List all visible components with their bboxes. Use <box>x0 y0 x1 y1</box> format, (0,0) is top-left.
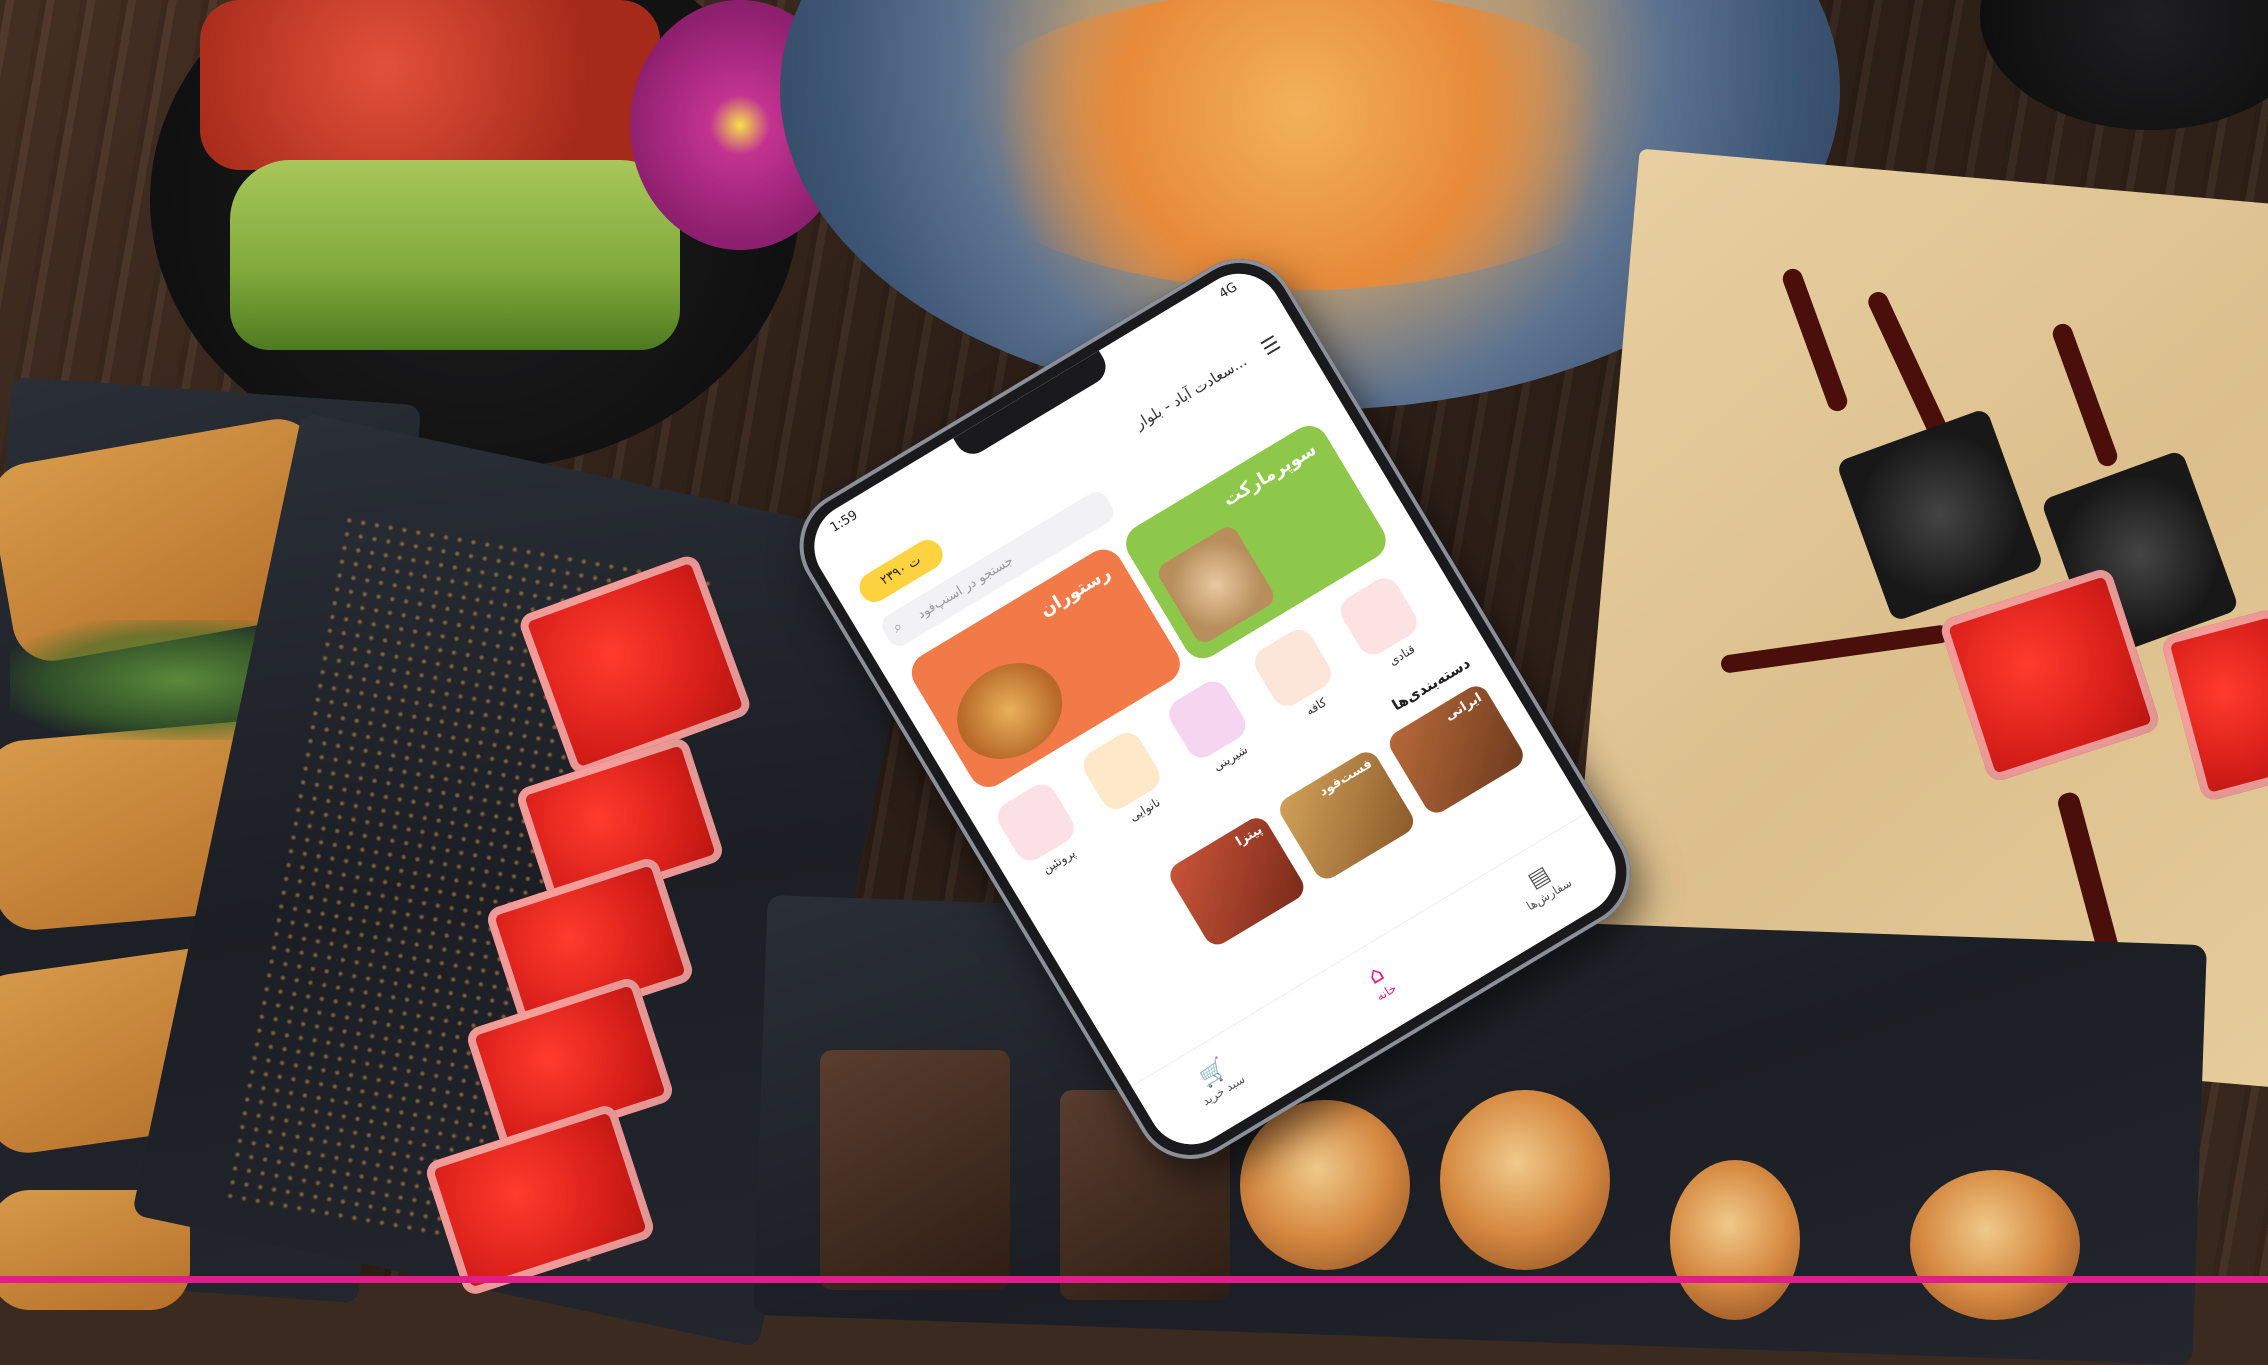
phone-notch <box>953 350 1113 461</box>
restaurant-table-photo: 1:59 4G سعادت آباد - بلوار... ☰ ۲۳۹۰ ت ج… <box>0 0 2268 1365</box>
food-dish-image <box>939 644 1081 778</box>
status-signal: 4G <box>1216 279 1241 303</box>
glazed-scallop <box>1440 1090 1610 1270</box>
supermarket-card-label: سوپرمارکت <box>1219 438 1321 511</box>
location-label[interactable]: سعادت آباد - بلوار... <box>1132 352 1250 433</box>
eggs-image <box>1154 522 1278 647</box>
category-thumb[interactable]: پیتزا <box>1165 813 1309 950</box>
category-thumb[interactable]: فست‌فود <box>1274 747 1419 884</box>
nav-home[interactable]: ⌂ خانه <box>1331 942 1428 1022</box>
category-thumb-label: پیتزا <box>1233 822 1266 850</box>
menu-icon[interactable]: ☰ <box>1257 330 1285 360</box>
spicy-crab-topping <box>940 0 1660 290</box>
nav-orders[interactable]: ▤ سفارش‌ها <box>1494 844 1591 924</box>
home-icon: ⌂ <box>1363 961 1389 990</box>
nav-cart[interactable]: 🛒 سبد خرید <box>1168 1039 1265 1119</box>
glazed-scallop <box>1240 1100 1410 1270</box>
accent-bottom-bar <box>0 1276 2268 1283</box>
tuna-cubes <box>200 0 660 170</box>
stuffed-pepper <box>1910 1170 2080 1320</box>
status-time: 1:59 <box>827 507 861 536</box>
restaurant-card-label: رستوران <box>1036 562 1115 621</box>
avocado-slices <box>230 160 680 350</box>
grilled-beef <box>820 1050 1010 1290</box>
stuffed-pepper <box>1670 1160 1800 1320</box>
category-thumb-label: فست‌فود <box>1316 756 1375 800</box>
dark-bowl <box>1980 0 2268 130</box>
category-thumb-label: ایرانی <box>1442 690 1485 724</box>
